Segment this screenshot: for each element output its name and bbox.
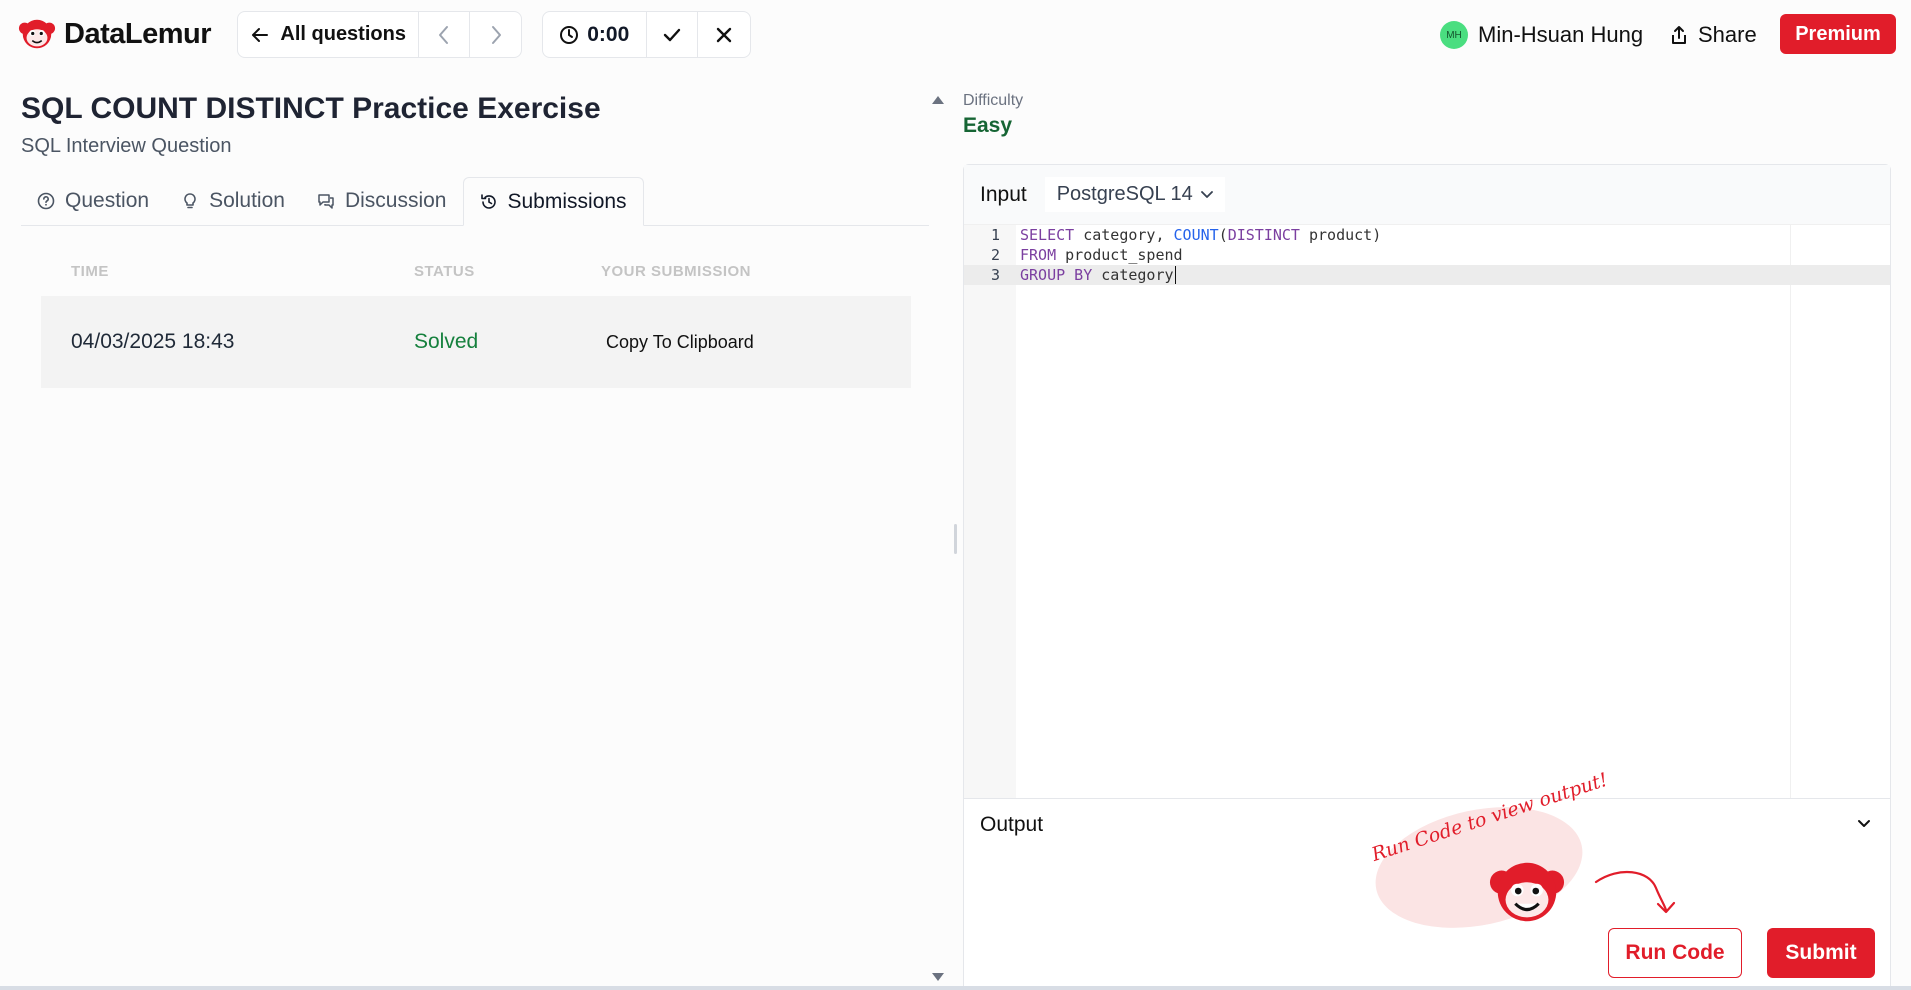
chevron-down-icon [1200,190,1213,198]
collapse-down-icon[interactable] [932,973,944,981]
clock-icon [560,25,579,44]
brand-name: DataLemur [64,17,212,50]
timer-display[interactable]: 0:00 [543,12,647,57]
sql-text: product_spend [1056,246,1183,264]
input-label: Input [980,182,1027,206]
share-icon [1672,26,1686,44]
tab-submissions[interactable]: Submissions [462,177,644,226]
language-value: PostgreSQL 14 [1056,183,1193,205]
chat-bubbles-icon [318,194,334,209]
sql-keyword: GROUP BY [1020,266,1093,284]
all-questions-label: All questions [280,23,406,45]
tab-discussion[interactable]: Discussion [301,177,463,225]
lightbulb-icon [184,193,196,209]
table-row: 04/03/2025 18:43 Solved Copy To Clipboar… [41,296,911,388]
code-line: 2 FROM product_spend [964,245,1890,265]
sql-text: ( [1218,226,1228,244]
sql-keyword: SELECT [1020,226,1075,244]
timer-value: 0:00 [587,22,630,46]
line-number: 2 [990,246,1000,264]
tab-solution-label: Solution [209,189,285,212]
submit-button[interactable]: Submit [1767,928,1875,978]
tab-submissions-label: Submissions [507,189,627,213]
line-number-gutter [964,225,1016,798]
chevron-down-icon[interactable] [1854,813,1874,833]
monkey-mascot-icon [1489,862,1565,922]
difficulty-value: Easy [963,114,1013,137]
submission-status: Solved [414,330,479,353]
input-header: Input PostgreSQL 14 [964,165,1890,225]
code-text: SELECT category, COUNT(DISTINCT product) [1020,225,1381,245]
copy-to-clipboard-button[interactable]: Copy To Clipboard [606,332,754,353]
pane-resize-handle[interactable] [954,524,957,554]
code-text: GROUP BY category [1020,265,1176,285]
line-number: 3 [990,266,1000,284]
submission-time: 04/03/2025 18:43 [71,330,235,353]
all-questions-button[interactable]: All questions [238,12,420,57]
code-input-area[interactable]: 1 SELECT category, COUNT(DISTINCT produc… [964,225,1890,798]
line-number: 1 [990,226,1000,244]
user-menu[interactable]: MH Min-Hsuan Hung [1440,20,1643,50]
timer-confirm-button[interactable] [647,12,699,57]
close-icon [716,27,732,42]
sql-keyword: FROM [1020,246,1057,264]
sql-keyword: DISTINCT [1227,226,1300,244]
premium-button[interactable]: Premium [1780,14,1896,54]
column-header-status: STATUS [414,263,475,280]
page-subtitle: SQL Interview Question [21,135,232,157]
page-title: SQL COUNT DISTINCT Practice Exercise [21,92,601,125]
sql-text: category [1092,266,1174,284]
tab-question-label: Question [65,189,150,212]
previous-question-button[interactable] [419,12,471,57]
language-select[interactable]: PostgreSQL 14 [1044,177,1225,212]
timer-controls: 0:00 [542,11,751,58]
monkey-logo-icon [18,19,56,49]
code-editor-panel: Input PostgreSQL 14 1 SELECT category, C… [963,164,1891,990]
column-header-submission: YOUR SUBMISSION [601,263,752,280]
top-navigation: DataLemur All questions 0:00 MH Min-Hsua… [0,0,1911,68]
sql-text: product) [1299,226,1382,244]
avatar: MH [1440,21,1468,49]
tab-discussion-label: Discussion [344,189,447,212]
user-name: Min-Hsuan Hung [1478,22,1644,47]
difficulty-label: Difficulty [963,92,1024,109]
output-label: Output [980,812,1044,836]
history-icon [480,193,496,209]
share-label: Share [1698,22,1757,47]
question-navigation: All questions [237,11,522,58]
sql-text: category, [1074,226,1174,244]
chevron-left-icon [439,25,449,44]
run-code-button[interactable]: Run Code [1608,928,1742,978]
brand-logo[interactable]: DataLemur [18,14,212,54]
code-line-current: 3 GROUP BY category [964,265,1890,285]
next-question-button[interactable] [470,12,521,57]
question-circle-icon [37,192,55,210]
check-icon [663,28,681,41]
text-cursor [1174,266,1176,284]
share-button[interactable]: Share [1670,20,1757,50]
code-line: 1 SELECT category, COUNT(DISTINCT produc… [964,225,1890,245]
window-bottom-edge [0,986,1911,990]
code-text: FROM product_spend [1020,245,1183,265]
tab-solution[interactable]: Solution [165,177,301,225]
tab-question[interactable]: Question [21,177,165,225]
editor-margin-guide [1790,225,1791,798]
curved-arrow-icon [1594,870,1676,914]
column-header-time: TIME [71,263,109,280]
chevron-right-icon [491,25,501,44]
question-tabs: Question Solution Discussion Submissions [21,177,929,226]
timer-reset-button[interactable] [698,12,750,57]
sql-function: COUNT [1173,226,1219,244]
arrow-left-icon [252,27,269,42]
collapse-up-icon[interactable] [932,96,944,104]
